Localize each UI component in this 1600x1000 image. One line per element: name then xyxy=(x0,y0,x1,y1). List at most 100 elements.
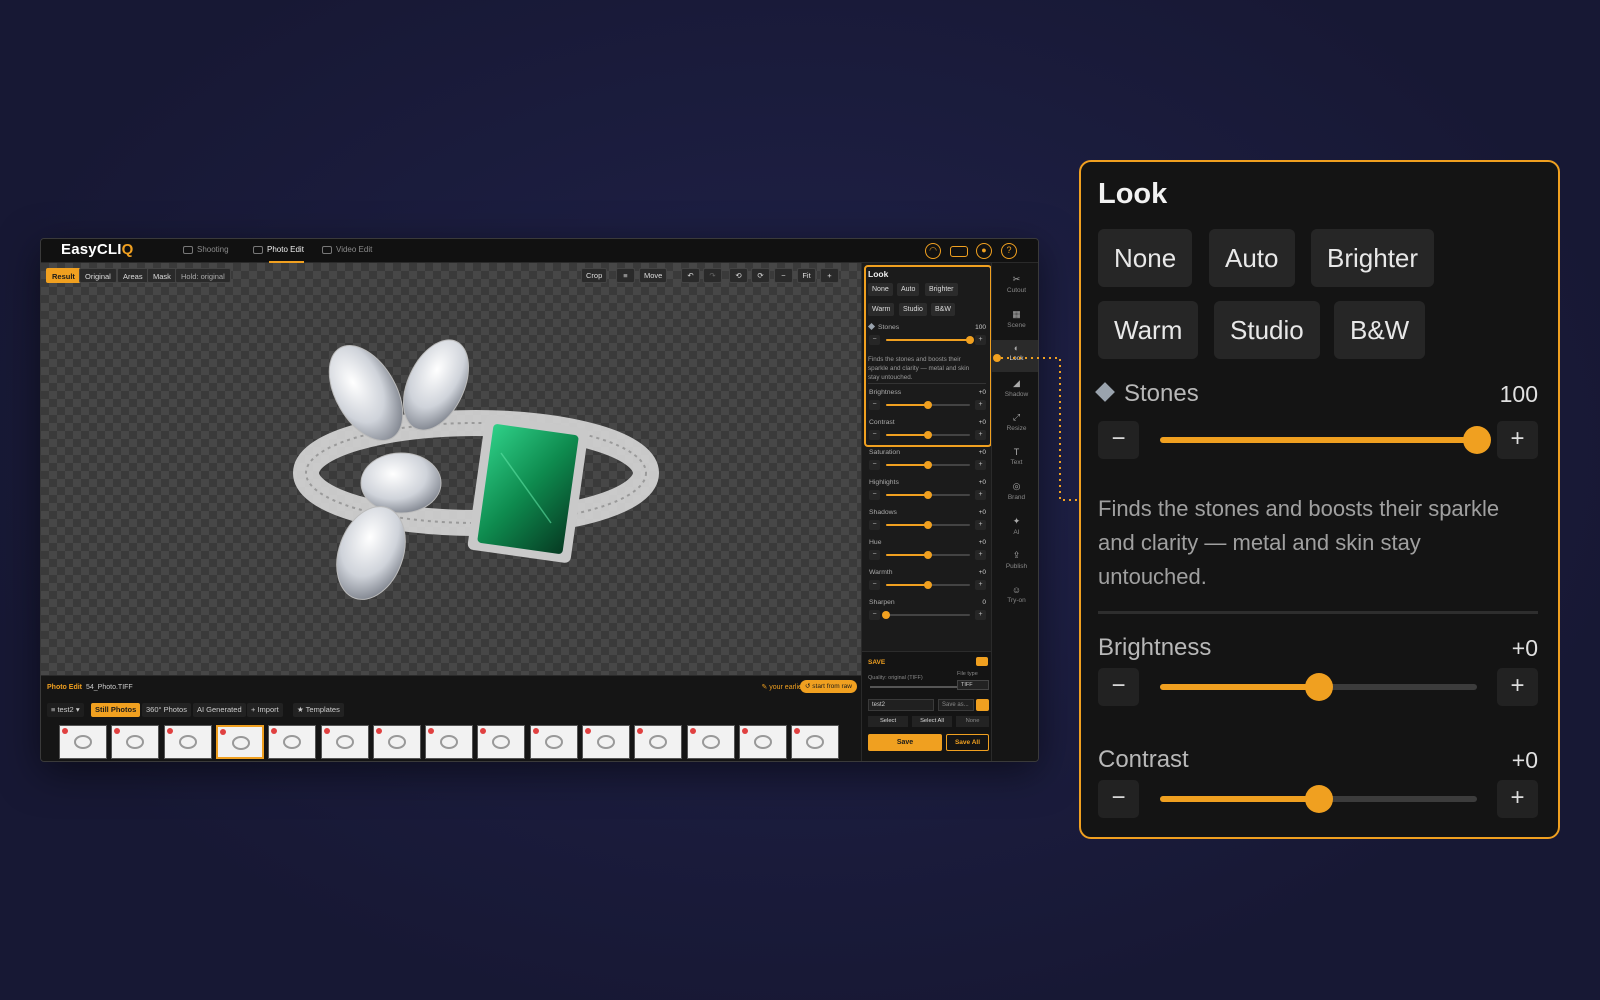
shadows-plus-button[interactable]: + xyxy=(975,520,986,530)
save-all-button[interactable]: Save All xyxy=(946,734,989,751)
zoom-stones-minus-button[interactable]: − xyxy=(1098,421,1139,459)
photo-thumbnail[interactable] xyxy=(59,725,107,759)
fit-button[interactable]: Fit xyxy=(797,268,816,283)
photo-thumbnail[interactable] xyxy=(738,725,787,759)
hue-minus-button[interactable]: − xyxy=(869,550,880,560)
highlights-slider[interactable] xyxy=(886,491,970,499)
zoom-contrast-slider-knob[interactable] xyxy=(1304,785,1333,813)
select-all-button[interactable]: Select All xyxy=(912,716,952,727)
sharpen-minus-button[interactable]: − xyxy=(869,610,880,620)
zoom-in-button[interactable]: + xyxy=(820,268,839,283)
saturation-slider[interactable] xyxy=(886,461,970,469)
photo-format-icon[interactable] xyxy=(976,657,988,666)
tab-shooting[interactable]: Shooting xyxy=(183,245,229,254)
zoom-stones-slider-knob[interactable] xyxy=(1463,426,1491,454)
preset-studio[interactable]: Studio xyxy=(899,303,927,316)
import-button[interactable]: + Import xyxy=(247,703,283,717)
warmth-minus-button[interactable]: − xyxy=(869,580,880,590)
rail-resize[interactable]: ⤢ Resize xyxy=(992,409,1038,441)
photo-thumbnail[interactable] xyxy=(372,725,421,759)
brightness-slider-knob[interactable] xyxy=(924,401,932,409)
brightness-minus-button[interactable]: − xyxy=(869,400,880,410)
user-icon[interactable]: ● xyxy=(976,243,992,259)
warmth-plus-button[interactable]: + xyxy=(975,580,986,590)
tab-360-photos[interactable]: 360° Photos xyxy=(142,703,191,717)
zoom-preset-none[interactable]: None xyxy=(1098,229,1193,287)
sharpen-plus-button[interactable]: + xyxy=(975,610,986,620)
zoom-brightness-plus-button[interactable]: + xyxy=(1497,668,1538,706)
rail-try-on[interactable]: ☺ Try-on xyxy=(992,582,1038,614)
folder-select[interactable]: ≡ test2 ▾ xyxy=(47,703,84,717)
move-button[interactable]: Move xyxy=(639,268,668,283)
templates-button[interactable]: ★ Templates xyxy=(293,703,344,717)
photo-thumbnail[interactable] xyxy=(477,725,526,759)
photo-thumbnail[interactable] xyxy=(634,725,683,759)
shadows-slider[interactable] xyxy=(886,521,970,529)
sharpen-slider[interactable] xyxy=(882,611,970,619)
shadows-minus-button[interactable]: − xyxy=(869,520,880,530)
zoom-brightness-slider[interactable] xyxy=(1160,673,1477,701)
contrast-slider-knob[interactable] xyxy=(924,431,932,439)
brightness-plus-button[interactable]: + xyxy=(975,400,986,410)
rotate-left-button[interactable]: ⟲ xyxy=(729,268,748,283)
preset-none[interactable]: None xyxy=(868,283,893,296)
photo-thumbnail[interactable] xyxy=(268,725,317,759)
rail-ai[interactable]: ✦ AI xyxy=(992,513,1038,545)
hue-slider-knob[interactable] xyxy=(924,551,932,559)
save-button[interactable]: Save xyxy=(868,734,942,751)
zoom-preset-brighter[interactable]: Brighter xyxy=(1311,229,1435,287)
rail-cutout[interactable]: ✂ Cutout xyxy=(992,271,1038,303)
rotate-right-button[interactable]: ⟳ xyxy=(751,268,770,283)
save-as-field[interactable]: Save as... xyxy=(938,699,974,711)
preset-warm[interactable]: Warm xyxy=(868,303,895,316)
photo-thumbnail[interactable] xyxy=(791,725,840,759)
quality-slider[interactable] xyxy=(870,684,969,690)
stones-slider-knob[interactable] xyxy=(966,336,974,344)
zoom-contrast-minus-button[interactable]: − xyxy=(1098,780,1139,818)
zoom-preset-auto[interactable]: Auto xyxy=(1209,229,1295,287)
view-mask-button[interactable]: Mask xyxy=(147,268,177,283)
folder-name-field[interactable]: test2 xyxy=(868,699,934,711)
zoom-out-button[interactable]: − xyxy=(774,268,793,283)
preset-brighter[interactable]: Brighter xyxy=(925,283,958,296)
saturation-minus-button[interactable]: − xyxy=(869,460,880,470)
rail-brand[interactable]: ◎ Brand xyxy=(992,478,1038,510)
photo-thumbnail[interactable] xyxy=(111,725,160,759)
image-canvas[interactable]: Result Original Areas Mask Hold: origina… xyxy=(41,263,861,675)
stones-minus-button[interactable]: − xyxy=(869,335,880,345)
view-result-button[interactable]: Result xyxy=(46,268,81,283)
warmth-slider[interactable] xyxy=(886,581,970,589)
select-none-button[interactable]: None xyxy=(956,716,989,727)
photo-thumbnail[interactable] xyxy=(529,725,578,759)
preset-auto[interactable]: Auto xyxy=(897,283,920,296)
hold-original-button[interactable]: Hold: original xyxy=(175,268,231,283)
hue-plus-button[interactable]: + xyxy=(975,550,986,560)
saturation-plus-button[interactable]: + xyxy=(975,460,986,470)
tab-still-photos[interactable]: Still Photos xyxy=(91,703,141,717)
photo-thumbnail[interactable] xyxy=(686,725,735,759)
shadows-slider-knob[interactable] xyxy=(924,521,932,529)
help-icon[interactable]: ? xyxy=(1001,243,1017,259)
tab-ai-generated[interactable]: AI Generated xyxy=(193,703,246,717)
zoom-contrast-slider[interactable] xyxy=(1160,785,1477,813)
crop-button[interactable]: Crop xyxy=(581,268,608,283)
contrast-minus-button[interactable]: − xyxy=(869,430,880,440)
zoom-contrast-plus-button[interactable]: + xyxy=(1497,780,1538,818)
rail-scene[interactable]: ▦ Scene xyxy=(992,306,1038,338)
contrast-plus-button[interactable]: + xyxy=(975,430,986,440)
rail-shadow[interactable]: ◢ Shadow xyxy=(992,375,1038,407)
undo-button[interactable]: ↶ xyxy=(681,268,700,283)
zoom-brightness-slider-knob[interactable] xyxy=(1304,673,1333,701)
select-button[interactable]: Select xyxy=(868,716,908,727)
sharpen-slider-knob[interactable] xyxy=(882,611,890,619)
view-areas-button[interactable]: Areas xyxy=(117,268,149,283)
rail-look[interactable]: ◐ Look xyxy=(992,340,1038,372)
tab-photo-edit[interactable]: Photo Edit xyxy=(253,245,304,263)
hue-slider[interactable] xyxy=(886,551,970,559)
contrast-slider[interactable] xyxy=(886,431,970,439)
photo-thumbnail[interactable] xyxy=(320,725,369,759)
file-type-select[interactable]: TIFF xyxy=(957,680,989,690)
saturation-slider-knob[interactable] xyxy=(924,461,932,469)
highlights-slider-knob[interactable] xyxy=(924,491,932,499)
folder-open-button[interactable] xyxy=(976,699,989,711)
